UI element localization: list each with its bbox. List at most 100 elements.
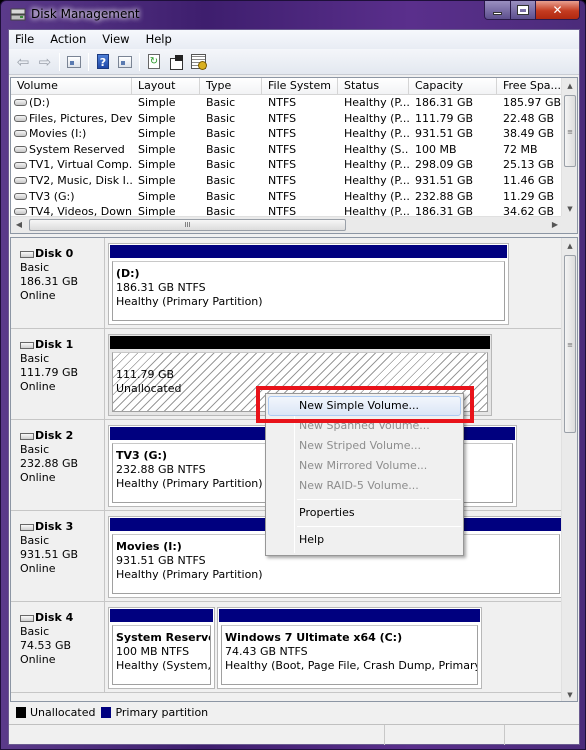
volume-list-header: Volume Layout Type File System Status Ca… — [11, 78, 563, 95]
refresh-icon: ↻ — [148, 54, 160, 69]
scrollbar-corner — [561, 216, 577, 233]
forward-button[interactable]: ⇨ — [34, 51, 56, 73]
refresh-button[interactable]: ↻ — [143, 51, 165, 73]
cell-status: Healthy (P... — [344, 173, 409, 187]
drive-icon — [14, 99, 27, 107]
volume-list-vertical-scrollbar[interactable]: ▲ ≡ ▼ — [561, 78, 577, 217]
column-layout[interactable]: Layout — [132, 78, 200, 95]
cell-file-system: NTFS — [268, 158, 297, 172]
scroll-down-icon[interactable]: ▼ — [562, 201, 577, 217]
primary-partition-swatch — [101, 706, 112, 718]
cell-status: Healthy (P... — [344, 127, 409, 141]
drive-icon — [14, 208, 27, 216]
column-capacity[interactable]: Capacity — [409, 78, 497, 95]
disk-view-vertical-scrollbar[interactable]: ▲ ≡ ▼ — [561, 238, 577, 701]
show-hide-action-pane-button[interactable] — [114, 51, 136, 73]
legend: Unallocated Primary partition — [10, 703, 578, 721]
primary-partition[interactable]: System Reserved100 MB NTFSHealthy (Syste… — [108, 607, 215, 689]
primary-partition[interactable]: Windows 7 Ultimate x64 (C:) 74.43 GB NTFS… — [217, 607, 482, 689]
disk-name-text: Disk 4 — [35, 611, 74, 624]
disk-info[interactable]: Disk 1 Basic 111.79 GB Online — [11, 329, 105, 419]
column-type[interactable]: Type — [200, 78, 262, 95]
partition-body: Windows 7 Ultimate x64 (C:) 74.43 GB NTFS… — [221, 625, 478, 685]
disk-management-window: Disk Management ✕ File Action View Help … — [0, 0, 586, 750]
minimize-button[interactable] — [485, 1, 511, 19]
partition-size: 100 MB NTFS — [116, 645, 190, 658]
toolbar-separator — [88, 52, 89, 71]
menu-help[interactable]: Help — [138, 30, 180, 49]
cell-free-space: 22.48 GB — [503, 111, 555, 125]
disk-management-app-icon — [10, 8, 26, 21]
volume-name: Files, Pictures, Dev... — [29, 111, 132, 125]
disk-icon — [20, 250, 34, 258]
cell-layout: Simple — [138, 189, 176, 203]
table-row[interactable]: TV3 (G:) Simple Basic NTFS Healthy (P... 232.… — [11, 189, 563, 205]
menu-item-help[interactable]: Help — [268, 530, 461, 550]
disk-info[interactable]: Disk 4 Basic 74.53 GB Online — [11, 602, 105, 692]
table-row[interactable]: TV1, Virtual Comp... Simple Basic NTFS Healt… — [11, 157, 563, 173]
help-button[interactable]: ? — [92, 51, 114, 73]
cell-volume: System Reserved — [11, 142, 132, 158]
menu-action[interactable]: Action — [42, 30, 94, 49]
disk-size: 232.88 GB — [20, 457, 79, 470]
disk-info[interactable]: Disk 3 Basic 931.51 GB Online — [11, 511, 105, 601]
volume-name: System Reserved — [29, 142, 125, 156]
column-free-space[interactable]: Free Spa... — [497, 78, 563, 95]
legend-label: Unallocated — [30, 705, 96, 719]
scroll-thumb[interactable]: III — [29, 219, 346, 231]
disk-name: Disk 2 — [20, 429, 104, 443]
cell-volume: TV2, Music, Disk I... — [11, 173, 132, 189]
cell-capacity: 111.79 GB — [415, 111, 474, 125]
table-row[interactable]: Movies (I:) Simple Basic NTFS Healthy (P... 9… — [11, 126, 563, 142]
maximize-button[interactable] — [511, 1, 536, 19]
scroll-thumb[interactable]: ≡ — [564, 255, 576, 433]
table-row[interactable]: TV2, Music, Disk I... Simple Basic NTFS Heal… — [11, 173, 563, 189]
scroll-up-icon[interactable]: ▲ — [562, 78, 577, 94]
primary-partition[interactable]: (D:) 186.31 GB NTFS Healthy (Primary Parti… — [108, 243, 509, 325]
partition-status: Healthy (Primary Partition) — [116, 295, 263, 308]
column-volume[interactable]: Volume — [11, 78, 132, 95]
scroll-up-icon[interactable]: ▲ — [562, 238, 577, 254]
partition-color-bar — [110, 609, 213, 622]
scroll-down-icon[interactable]: ▼ — [562, 687, 577, 701]
menu-separator — [297, 526, 461, 527]
cell-free-space: 11.29 GB — [503, 189, 555, 203]
disk-name-text: Disk 0 — [35, 247, 74, 260]
cell-free-space: 72 MB — [503, 142, 538, 156]
volume-list-horizontal-scrollbar[interactable]: ◀ III ▶ — [11, 216, 563, 233]
back-arrow-icon: ⇦ — [16, 52, 30, 71]
cell-status: Healthy (P... — [344, 189, 409, 203]
back-button[interactable]: ⇦ — [12, 51, 34, 73]
table-row[interactable]: (D:) Simple Basic NTFS Healthy (P... 186.31 G… — [11, 95, 563, 111]
scroll-left-icon[interactable]: ◀ — [11, 217, 27, 233]
menu-separator — [297, 499, 461, 500]
table-row[interactable]: System Reserved Simple Basic NTFS Healthy (S… — [11, 142, 563, 158]
volume-name: TV2, Music, Disk I... — [29, 173, 132, 187]
properties-button[interactable] — [165, 51, 187, 73]
close-button[interactable]: ✕ — [536, 1, 579, 19]
disk-row-0: Disk 0 Basic 186.31 GB Online (D:) 186.31 GB … — [11, 238, 562, 329]
menu-item-properties[interactable]: Properties — [268, 503, 461, 523]
toolbar-separator — [139, 52, 140, 71]
unallocated-swatch — [16, 706, 26, 718]
column-status[interactable]: Status — [338, 78, 409, 95]
disk-name: Disk 3 — [20, 520, 104, 534]
disk-size: 186.31 GB — [20, 275, 79, 288]
cell-capacity: 232.88 GB — [415, 189, 474, 203]
legend-label: Primary partition — [115, 705, 209, 719]
column-file-system[interactable]: File System — [262, 78, 338, 95]
toolbar: ⇦ ⇨ ? ↻ — [9, 49, 579, 75]
table-row[interactable]: Files, Pictures, Dev... Simple Basic NTFS He… — [11, 111, 563, 127]
disk-name-text: Disk 1 — [35, 338, 74, 351]
settings-button[interactable] — [187, 51, 209, 73]
disk-info[interactable]: Disk 2 Basic 232.88 GB Online — [11, 420, 105, 510]
menu-item-new-mirrored-volume: New Mirrored Volume... — [299, 459, 428, 472]
menu-item-new-striped-volume: New Striped Volume... — [299, 439, 421, 452]
disk-info[interactable]: Disk 0 Basic 186.31 GB Online — [11, 238, 105, 328]
scroll-thumb[interactable]: ≡ — [564, 95, 576, 167]
menu-file[interactable]: File — [9, 30, 42, 49]
menu-view[interactable]: View — [94, 30, 137, 49]
show-hide-console-tree-button[interactable] — [63, 51, 85, 73]
title-bar[interactable]: Disk Management ✕ — [1, 1, 586, 29]
settings-icon — [190, 54, 207, 70]
